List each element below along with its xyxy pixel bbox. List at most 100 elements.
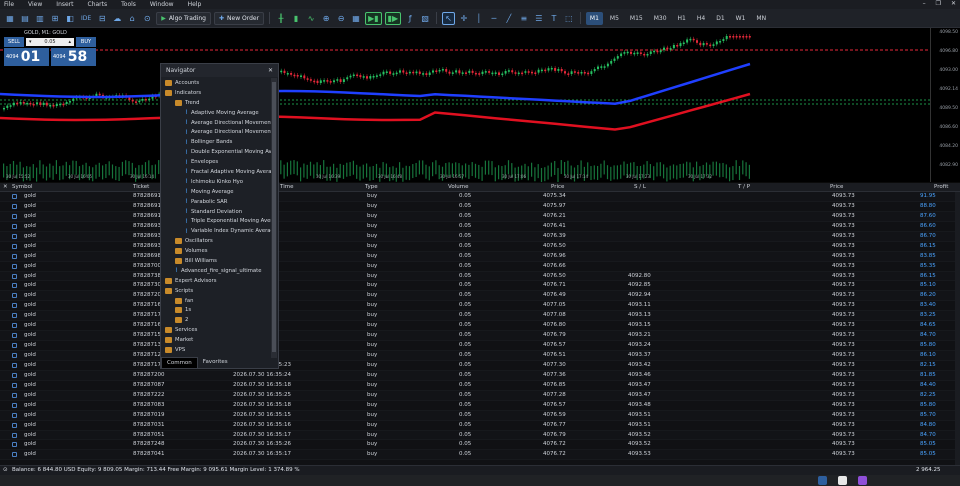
table-row[interactable]: gold 878287203 buy 0.05 4076.49 4092.94 4093.7… (0, 291, 960, 302)
table-row[interactable]: gold 878287160 buy 0.05 4076.80 4093.15 4093.7… (0, 321, 960, 332)
chart-shift-icon[interactable]: ▮▶ (384, 11, 402, 25)
navigator-item[interactable]: 2 (161, 315, 271, 325)
table-row[interactable]: gold 878287083 2026.07.30 16:35:18 buy 0.05 4… (0, 401, 960, 411)
horizontal-line-icon[interactable]: ─ (488, 12, 500, 25)
navigator-item[interactable]: 1s (161, 305, 271, 315)
table-row[interactable]: gold 878287000 buy 0.05 4076.66 4093.73 85.35 (0, 262, 960, 272)
navigator-item[interactable]: ⌇ Adaptive Moving Average (161, 108, 271, 118)
candlestick-icon[interactable]: ▮ (290, 12, 302, 25)
profiles-icon[interactable]: ▤ (19, 12, 31, 25)
vertical-line-icon[interactable]: │ (473, 12, 485, 25)
table-scrollbar[interactable] (955, 192, 960, 465)
table-row[interactable]: gold 878287139 buy 0.05 4076.57 4093.24 4093.7… (0, 341, 960, 351)
navigator-item[interactable]: Expert Advisors (161, 276, 271, 286)
price-chart[interactable]: 30 Jul 15:52 30 Jul 16:05 30 Jul 16:14 30 J… (0, 28, 930, 182)
table-row[interactable]: gold 878287384 buy 0.05 4076.50 4092.80 4093.7… (0, 271, 960, 282)
minimize-icon[interactable]: – (923, 0, 926, 7)
menu-help[interactable]: Help (188, 1, 202, 8)
table-row[interactable]: gold 878287019 2026.07.30 16:35:15 buy 0.05 4… (0, 410, 960, 421)
zoom-in-icon[interactable]: ⊕ (320, 12, 332, 25)
tab-common[interactable]: Common (161, 357, 198, 368)
menu-file[interactable]: File (4, 1, 14, 8)
timeframe-h1[interactable]: H1 (674, 12, 690, 25)
data-window-icon[interactable]: ⊞ (49, 12, 61, 25)
table-row[interactable]: gold 878286934 buy 0.05 4076.39 4093.73 86.70 (0, 231, 960, 242)
timeframe-h4[interactable]: H4 (693, 12, 709, 25)
table-row[interactable]: gold 878287222 2026.07.30 16:35:25 buy 0.05 4… (0, 390, 960, 401)
navigator-item[interactable]: Trend (161, 98, 271, 108)
col-tp[interactable]: T / P (738, 184, 750, 190)
navigator-item[interactable]: fan (161, 296, 271, 306)
table-row[interactable]: gold 878287248 2026.07.30 16:35:26 buy 0.05 4… (0, 440, 960, 451)
bid-price-box[interactable]: 4094 01 (4, 48, 49, 66)
table-row[interactable]: gold 878287157 buy 0.05 4076.79 4093.21 4093.7… (0, 331, 960, 342)
menu-window[interactable]: Window (150, 1, 174, 8)
algo-trading-button[interactable]: ▶ Algo Trading (156, 11, 211, 25)
templates-icon[interactable]: ▧ (419, 12, 431, 25)
table-row[interactable]: gold 878286937 buy 0.05 4076.50 4093.73 86.15 (0, 242, 960, 252)
autoscroll-icon[interactable]: ▶▮ (365, 11, 382, 25)
timeframe-m1[interactable]: M1 (585, 11, 603, 25)
buy-button[interactable]: BUY (76, 37, 96, 47)
signals-icon[interactable]: ☁ (111, 12, 123, 25)
timeframe-mn[interactable]: MN (752, 12, 770, 25)
col-symbol[interactable]: Symbol (12, 184, 33, 190)
table-row[interactable]: gold 878287164 buy 0.05 4077.05 4093.11 4093.7… (0, 301, 960, 312)
table-row[interactable]: gold 878287041 2026.07.30 16:35:17 buy 0.05 4… (0, 450, 960, 461)
col-sl[interactable]: S / L (634, 184, 646, 190)
col-price[interactable]: Price (551, 184, 564, 190)
fibonacci-icon[interactable]: ☰ (533, 12, 545, 25)
zoom-out-icon[interactable]: ⊖ (335, 12, 347, 25)
navigator-item[interactable]: ⌇ Bollinger Bands (161, 137, 271, 147)
timeframe-m15[interactable]: M15 (626, 12, 647, 25)
cursor-icon[interactable]: ↖ (442, 11, 455, 25)
crosshair-icon[interactable]: ✛ (458, 12, 470, 25)
lot-decrease-icon[interactable]: ▾ (29, 39, 32, 45)
table-row[interactable]: gold 878286919 buy 0.05 4076.21 4093.73 87.60 (0, 211, 960, 222)
navigator-item[interactable]: ⌇ Standard Deviation (161, 207, 271, 217)
strategy-tester-icon[interactable]: ⊟ (96, 12, 108, 25)
navigator-scroll-thumb[interactable] (272, 82, 276, 352)
menu-view[interactable]: View (28, 1, 42, 8)
table-row[interactable]: gold 878286914 buy 0.05 4075.97 4093.73 88.80 (0, 202, 960, 212)
menu-charts[interactable]: Charts (88, 1, 108, 8)
navigator-item[interactable]: ⌇ Variable Index Dynamic Average (161, 226, 271, 236)
navigator-item[interactable]: VPS (161, 345, 271, 355)
navigator-icon[interactable]: ◧ (64, 12, 76, 25)
navigator-item[interactable]: ⌇Triple Exponential Moving Average (161, 216, 271, 226)
app-icon-browser[interactable] (838, 476, 847, 485)
navigator-item[interactable]: Services (161, 325, 271, 335)
table-row[interactable]: gold 878286930 buy 0.05 4076.41 4093.73 86.60 (0, 222, 960, 232)
timeframe-w1[interactable]: W1 (732, 12, 750, 25)
line-chart-icon[interactable]: ∿ (305, 12, 317, 25)
navigator-item[interactable]: Bill Williams (161, 256, 271, 266)
timeframe-d1[interactable]: D1 (712, 12, 728, 25)
menu-insert[interactable]: Insert (56, 1, 73, 8)
navigator-item[interactable]: ⌇ Envelopes (161, 157, 271, 167)
col-type[interactable]: Type (365, 184, 378, 190)
table-row[interactable]: gold 878287174 buy 0.05 4077.08 4093.13 4093.7… (0, 311, 960, 322)
table-row[interactable]: gold8782871782026.07.30 16:35:23buy0.054… (0, 361, 960, 371)
table-row[interactable]: gold 878287031 2026.07.30 16:35:16 buy 0.05 4… (0, 421, 960, 431)
channel-icon[interactable]: ≡ (518, 12, 530, 25)
navigator-item[interactable]: ⌇Double Exponential Moving Average (161, 147, 271, 157)
app-icon-mt5[interactable] (818, 476, 827, 485)
new-chart-icon[interactable]: ▦ (4, 12, 16, 25)
restore-icon[interactable]: ❐ (936, 0, 941, 7)
close-toolbox-icon[interactable]: ✕ (3, 184, 8, 190)
col-volume[interactable]: Volume (448, 184, 468, 190)
indicators-icon[interactable]: ƒ (404, 12, 416, 25)
table-row[interactable]: gold 878287051 2026.07.30 16:35:17 buy 0.05 4… (0, 430, 960, 441)
close-icon[interactable]: ✕ (951, 0, 956, 7)
editor-icon[interactable]: IDE (79, 12, 93, 25)
table-row[interactable]: gold 878287127 buy 0.05 4076.51 4093.37 4093.7… (0, 351, 960, 361)
timeframe-m30[interactable]: M30 (650, 12, 671, 25)
navigator-item[interactable]: Indicators (161, 88, 271, 98)
bar-chart-icon[interactable]: ╫ (275, 12, 287, 25)
navigator-item[interactable]: Oscillators (161, 236, 271, 246)
table-row[interactable]: gold 878286910 buy 0.05 4075.34 4093.73 91.95 (0, 192, 960, 202)
navigator-item[interactable]: Scripts (161, 286, 271, 296)
navigator-item[interactable]: ⌇Average Directional Movement Index Wild… (161, 127, 271, 137)
navigator-item[interactable]: Market (161, 335, 271, 345)
app-icon-pen[interactable] (858, 476, 867, 485)
